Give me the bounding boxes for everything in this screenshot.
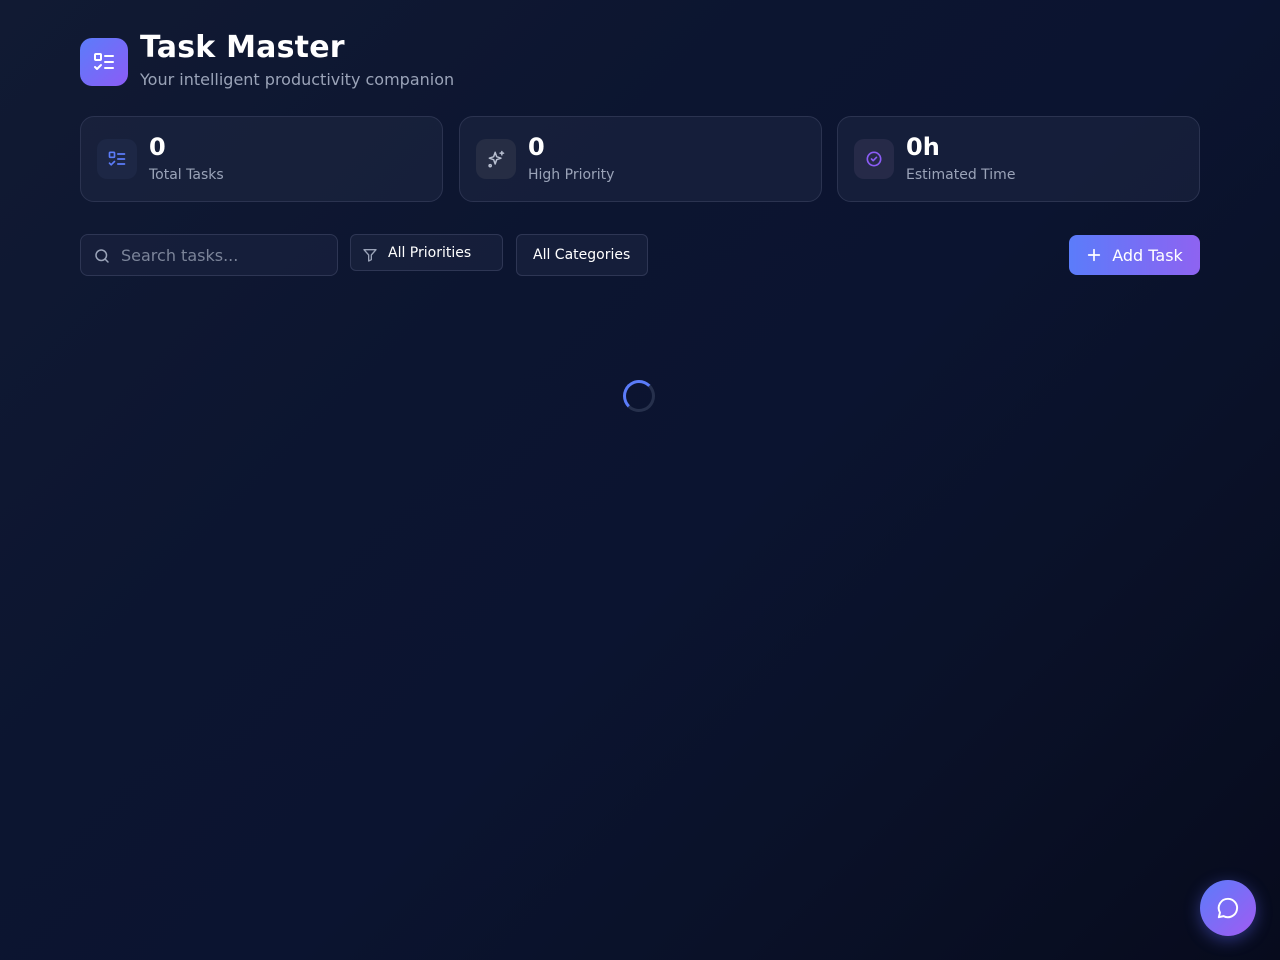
- stat-card-estimated-time: 0h Estimated Time: [837, 116, 1200, 202]
- priority-filter-select[interactable]: All Priorities: [350, 234, 503, 271]
- app-logo: [80, 38, 128, 86]
- add-task-label: Add Task: [1112, 245, 1183, 265]
- stat-card-high-priority: 0 High Priority: [459, 116, 822, 202]
- stat-value: 0: [149, 133, 166, 161]
- stat-card-total-tasks: 0 Total Tasks: [80, 116, 443, 202]
- stat-label: Estimated Time: [906, 167, 1016, 183]
- stat-label: High Priority: [528, 167, 615, 183]
- check-circle-icon: [854, 139, 894, 179]
- app-title: Task Master: [140, 30, 345, 65]
- loading-spinner: [623, 380, 655, 412]
- stat-value: 0: [528, 133, 545, 161]
- chat-button[interactable]: [1200, 880, 1256, 936]
- list-icon: [97, 139, 137, 179]
- plus-icon: [1088, 248, 1101, 262]
- app-subtitle: Your intelligent productivity companion: [140, 70, 455, 89]
- priority-filter-label: All Priorities: [388, 245, 472, 261]
- chat-bubble-icon: [1217, 897, 1239, 919]
- add-task-button[interactable]: Add Task: [1069, 235, 1200, 275]
- search-input[interactable]: [121, 235, 331, 275]
- search-icon: [95, 249, 109, 263]
- stat-label: Total Tasks: [149, 167, 224, 183]
- filter-icon: [363, 249, 377, 262]
- sparkles-icon: [476, 139, 516, 179]
- category-filter-select[interactable]: All Categories: [516, 234, 648, 276]
- category-filter-label: All Categories: [533, 247, 631, 263]
- search-box[interactable]: [80, 234, 338, 276]
- stat-value: 0h: [906, 133, 940, 161]
- checklist-icon: [94, 53, 114, 70]
